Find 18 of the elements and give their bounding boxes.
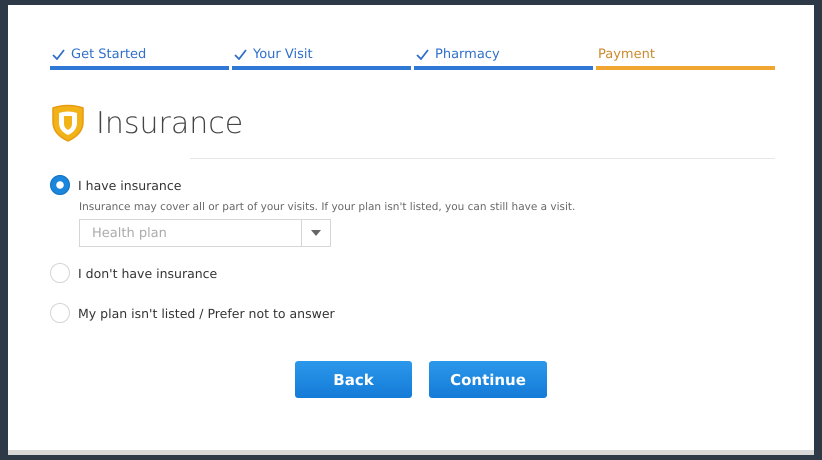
check-icon [52, 49, 65, 60]
step-label: Pharmacy [435, 47, 500, 62]
health-plan-dropdown[interactable]: Health plan [79, 219, 331, 247]
step-label: Your Visit [253, 47, 313, 62]
option-label: I have insurance [78, 178, 182, 192]
radio-button[interactable] [50, 175, 70, 195]
option-label: My plan isn't listed / Prefer not to answer [78, 306, 335, 320]
page-title: Insurance [96, 106, 244, 140]
shield-icon [50, 104, 86, 142]
check-icon [416, 49, 429, 60]
step-label: Get Started [71, 47, 146, 62]
option-label: I don't have insurance [78, 266, 218, 280]
check-icon [234, 49, 247, 60]
step-label: Payment [598, 47, 655, 62]
continue-button[interactable]: Continue [429, 361, 547, 398]
option-description: Insurance may cover all or part of your visits. If your plan isn't listed, you can still have a visit. [79, 201, 576, 213]
back-button[interactable]: Back [295, 361, 412, 398]
caret-icon [311, 230, 321, 236]
